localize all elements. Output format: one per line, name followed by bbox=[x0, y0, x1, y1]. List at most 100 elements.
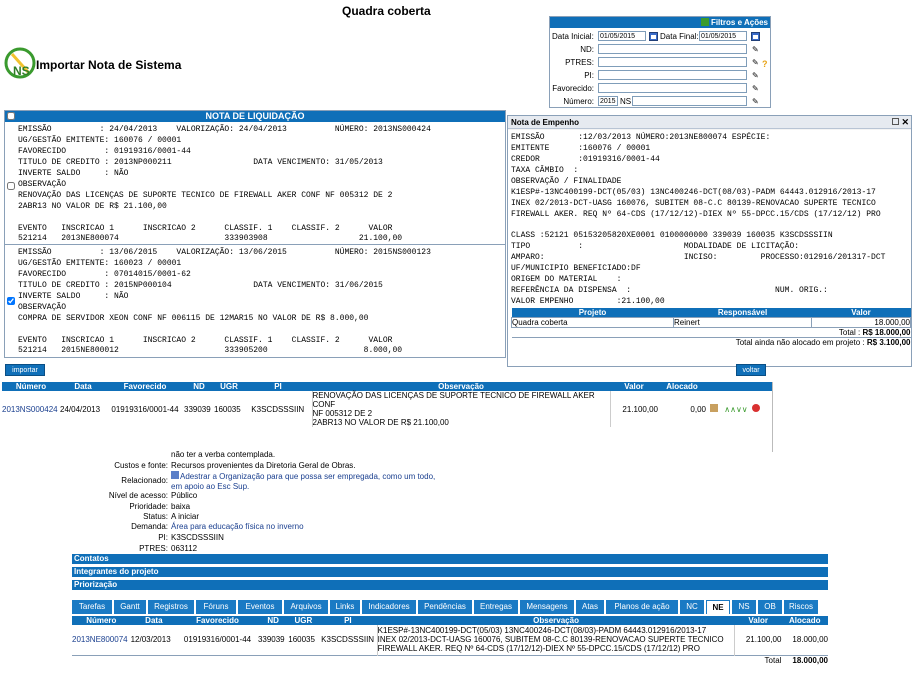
total-value: 18.000,00 bbox=[781, 654, 828, 665]
minimize-icon[interactable] bbox=[892, 118, 899, 125]
empenho-line: INEX 02/2013-DCT-UASG 160076, SUBITEM 08… bbox=[511, 199, 876, 208]
ptres-input[interactable] bbox=[598, 57, 747, 67]
custos-label: Custos e fonte: bbox=[114, 461, 168, 470]
nd-cell: 339039 bbox=[257, 635, 285, 645]
valor-cell: 18.000,00 bbox=[811, 317, 911, 328]
data-cell: 24/04/2013 bbox=[60, 404, 101, 414]
tab-eventos[interactable]: Eventos bbox=[238, 600, 282, 614]
prioridade-value: baixa bbox=[171, 502, 191, 511]
col-header: Favorecido bbox=[106, 382, 184, 391]
total-label: Total : bbox=[838, 328, 861, 337]
section-contatos[interactable]: Contatos bbox=[72, 554, 828, 564]
delete-icon[interactable] bbox=[751, 404, 760, 412]
edit-icon[interactable] bbox=[710, 404, 718, 412]
col-header: UGR bbox=[214, 382, 244, 391]
close-icon[interactable]: ✕ bbox=[901, 116, 909, 129]
tab-indicadores[interactable]: Indicadores bbox=[362, 600, 416, 614]
tab-riscos[interactable]: Riscos bbox=[784, 600, 818, 614]
liquidacao-title: NOTA DE LIQUIDAÇÃO bbox=[205, 111, 305, 121]
ugr-cell: 160035 bbox=[214, 404, 241, 414]
tab-ob[interactable]: OB bbox=[758, 600, 782, 614]
eraser-icon[interactable]: ✎ bbox=[752, 97, 761, 106]
ne-numero-link[interactable]: 2013NE800074 bbox=[72, 625, 131, 655]
details-panel: não ter a verba contemplada. Custos e fo… bbox=[72, 448, 828, 558]
ns-numero-link[interactable]: 2013NS000424 bbox=[2, 391, 60, 427]
obs-line: NF 005312 DE 2 bbox=[312, 409, 373, 418]
relacionado-text[interactable]: em apoio ao Esc Sup. bbox=[171, 482, 249, 491]
ns-area-border bbox=[772, 382, 773, 452]
observacao-cell: RENOVAÇÃO DAS LICENÇAS DE SUPORTE TECNIC… bbox=[311, 391, 611, 427]
nd-input[interactable] bbox=[598, 44, 747, 54]
eraser-icon[interactable]: ✎ bbox=[752, 45, 761, 54]
tab-nc[interactable]: NC bbox=[680, 600, 704, 614]
tab-planos-de-acao[interactable]: Planos de ação bbox=[606, 600, 678, 614]
status-value: A iniciar bbox=[171, 512, 200, 521]
numero-label: Número: bbox=[563, 97, 594, 106]
tab-gantt[interactable]: Gantt bbox=[114, 600, 146, 614]
obs-line: 2ABR13 NO VALOR DE R$ 21.100,00 bbox=[312, 418, 449, 427]
table-row: Quadra coberta Reinert 18.000,00 bbox=[511, 317, 911, 328]
eraser-icon[interactable]: ✎ bbox=[752, 84, 761, 93]
observacao-cell: K1ESP#-13NC400199-DCT(05/03) 13NC400246-… bbox=[376, 625, 736, 655]
nivel-label: Nível de acesso: bbox=[108, 491, 168, 500]
select-all-checkbox[interactable] bbox=[7, 112, 15, 120]
tab-ns[interactable]: NS bbox=[732, 600, 756, 614]
favorecido-input[interactable] bbox=[598, 83, 747, 93]
tab-entregas[interactable]: Entregas bbox=[474, 600, 518, 614]
custos-value: Recursos provenientes da Diretoria Geral… bbox=[171, 461, 356, 470]
eraser-icon[interactable]: ✎ bbox=[752, 58, 761, 67]
tab-mensagens[interactable]: Mensagens bbox=[520, 600, 574, 614]
tab-foruns[interactable]: Fóruns bbox=[196, 600, 236, 614]
empenho-line: REFERÊNCIA DA DISPENSA : NUM. ORIG.: bbox=[511, 286, 828, 295]
numero-input[interactable] bbox=[632, 96, 747, 106]
ptres-label: PTRES: bbox=[565, 58, 594, 67]
nd-cell: 339039 bbox=[184, 404, 211, 414]
tab-links[interactable]: Links bbox=[330, 600, 360, 614]
empenho-line: EMISSÃO :12/03/2013 NÚMERO:2013NE800074 … bbox=[511, 133, 771, 142]
allocate-icon[interactable]: ∧∧∨∨ bbox=[724, 405, 747, 414]
favorecido-label: Favorecido: bbox=[552, 84, 594, 93]
section-priorizacao[interactable]: Priorização bbox=[72, 580, 828, 590]
col-header: Alocado bbox=[658, 382, 706, 391]
ugr-cell: 160035 bbox=[288, 635, 315, 645]
section-integrantes[interactable]: Integrantes do projeto bbox=[72, 567, 828, 577]
col-header: Número bbox=[2, 382, 60, 391]
record-line: UG/GESTÃO EMITENTE: 160076 / 00001 bbox=[18, 136, 182, 145]
col-header: Data bbox=[60, 382, 106, 391]
tab-atas[interactable]: Atas bbox=[576, 600, 604, 614]
help-icon[interactable]: ? bbox=[762, 59, 768, 69]
record-line: 521214 2015NE800012 333905200 8.000,00 bbox=[18, 346, 403, 355]
record-line: TITULO DE CREDITO : 2013NP000211 DATA VE… bbox=[18, 158, 383, 167]
record-checkbox[interactable] bbox=[7, 297, 15, 305]
tab-arquivos[interactable]: Arquivos bbox=[284, 600, 328, 614]
pi-label: PI: bbox=[584, 71, 594, 80]
data-inicial-input[interactable] bbox=[598, 31, 646, 41]
tab-tarefas[interactable]: Tarefas bbox=[72, 600, 112, 614]
calendar-icon[interactable] bbox=[751, 32, 760, 41]
relacionado-text[interactable]: Adestrar a Organização para que possa se… bbox=[180, 472, 435, 481]
record-line: INVERTE SALDO : NÃO bbox=[18, 292, 129, 301]
demanda-link[interactable]: Área para educação física no inverno bbox=[171, 522, 304, 531]
obs-line: K1ESP#-13NC400199-DCT(05/03) 13NC400246-… bbox=[377, 626, 707, 636]
tab-ne[interactable]: NE bbox=[706, 600, 730, 614]
eraser-icon[interactable]: ✎ bbox=[752, 71, 761, 80]
pi-input[interactable] bbox=[598, 70, 747, 80]
ns-table: Número Data Favorecido ND UGR PI Observa… bbox=[2, 382, 772, 427]
nivel-value: Público bbox=[171, 491, 198, 500]
data-final-input[interactable] bbox=[699, 31, 747, 41]
record-checkbox[interactable] bbox=[7, 182, 15, 190]
responsavel-cell: Reinert bbox=[673, 317, 812, 328]
importar-button[interactable]: importar bbox=[5, 364, 45, 376]
tab-registros[interactable]: Registros bbox=[148, 600, 194, 614]
calendar-icon[interactable] bbox=[649, 32, 658, 41]
col-header: Número bbox=[72, 616, 131, 625]
empenho-projects-table: Projeto Responsável Valor Quadra coberta… bbox=[511, 308, 911, 347]
voltar-button[interactable]: voltar bbox=[736, 364, 766, 376]
ptres-value: 063112 bbox=[171, 544, 198, 553]
relacionado-link[interactable]: Adestrar a Organização para que possa se… bbox=[171, 471, 435, 492]
numero-year-input[interactable] bbox=[598, 96, 618, 106]
tab-pendencias[interactable]: Pendências bbox=[418, 600, 472, 614]
filters-title: Filtros e Ações bbox=[710, 18, 768, 27]
filters-panel: Filtros e Ações Data Inicial: Data Final… bbox=[549, 16, 771, 108]
actions-cell: ∧∧∨∨ bbox=[706, 391, 772, 427]
